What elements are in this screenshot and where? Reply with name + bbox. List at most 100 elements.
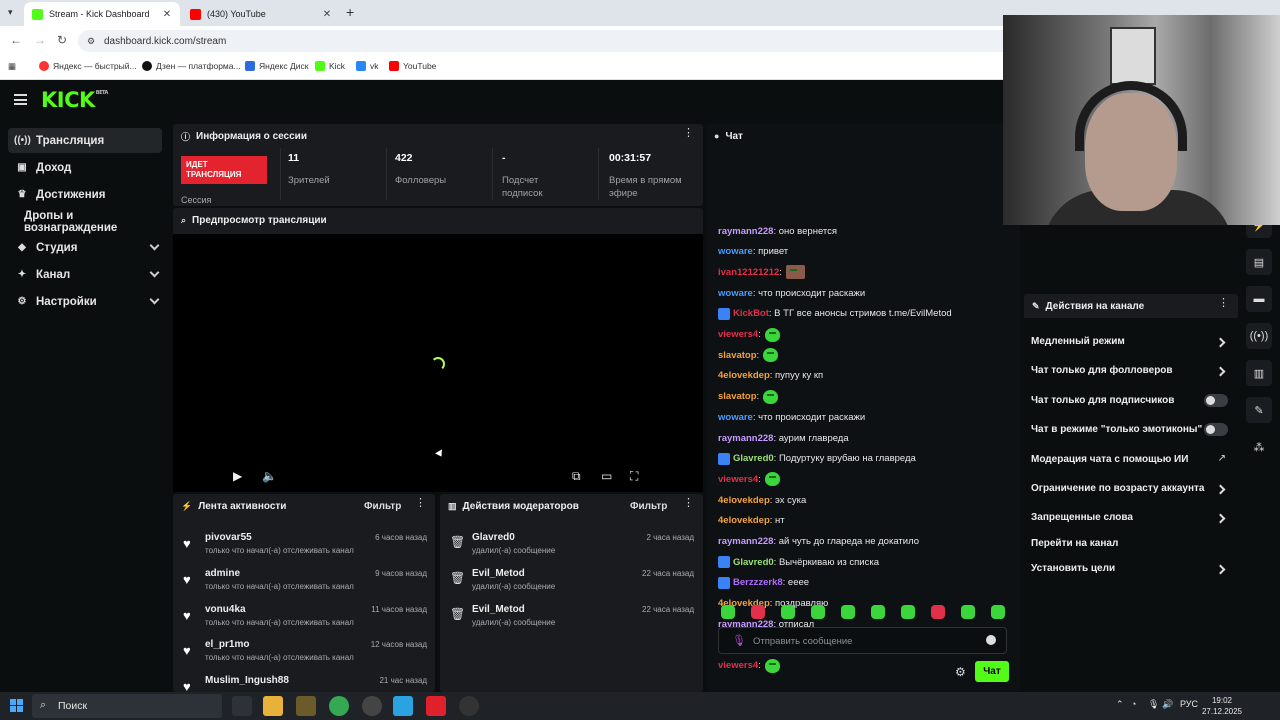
sidebar-item-achievements[interactable]: ♛ Достижения [8,182,162,207]
list-item[interactable]: 🗑 Glavred0 удалил(-а) сообщение 2 часа наза… [440,529,702,563]
bookmark-youtube[interactable]: YouTube [389,61,436,71]
language-indicator[interactable]: РУС [1180,699,1198,709]
ai-moderation-option[interactable]: Модерация чата с помощью ИИ [1031,454,1188,465]
task-view-icon[interactable] [232,696,252,716]
chat-username[interactable]: ivan12121212 [718,267,779,278]
chat-username[interactable]: 4elovekdep [718,370,770,381]
list-item[interactable]: ♥ vonu4ka только что начал(-а) отслеживать… [173,601,435,635]
file-explorer-icon[interactable] [263,696,283,716]
fullscreen-icon[interactable]: ⛶ [630,469,638,484]
back-icon[interactable]: ← [10,33,22,47]
chat-input[interactable]: 🎙 Отправить сообщение [718,627,1007,654]
emote-picker-icon[interactable] [901,605,915,619]
chat-username[interactable]: raymann228 [718,433,773,444]
game-icon[interactable] [296,696,316,716]
video-player[interactable]: ▶ 🔈 ⧉ ▭ ⛶ [173,234,703,492]
bookmark-yandex-disk[interactable]: Яндекс Диск [245,61,308,71]
emote-picker-icon[interactable] [721,605,735,619]
sidebar-item-broadcast[interactable]: ((•)) Трансляция [8,128,162,153]
wrench-icon[interactable]: ✎ [1246,397,1272,423]
chat-username[interactable]: slavatop [718,350,757,361]
emote-only-toggle[interactable] [1204,423,1228,436]
tab-kick-dashboard[interactable]: Stream - Kick Dashboard ✕ [24,2,180,26]
network-icon[interactable]: ◔ [1131,699,1136,709]
connections-icon[interactable]: ⁂ [1246,434,1272,460]
new-tab-button[interactable]: + [346,4,354,20]
sidebar-item-income[interactable]: ▣ Доход [8,155,162,180]
tab-youtube[interactable]: (430) YouTube ✕ [182,2,340,26]
bookmark-kick[interactable]: Kick [315,61,345,71]
close-tab-icon[interactable]: ✕ [320,9,334,20]
bandicam-icon[interactable] [426,696,446,716]
site-info-icon[interactable]: ⚙ [87,36,95,47]
chat-username[interactable]: viewers4 [718,329,758,340]
chat-username[interactable]: Berzzzerk8 [733,577,783,588]
banned-words-option[interactable]: Запрещенные слова [1031,512,1133,523]
volume-icon[interactable]: 🔈 [262,469,277,483]
telegram-icon[interactable] [393,696,413,716]
chat-bubble-icon[interactable]: ▬ [1246,286,1272,312]
activity-filter-button[interactable]: Фильтр [364,501,401,512]
close-tab-icon[interactable]: ✕ [160,9,174,20]
emote-picker-icon[interactable] [751,605,765,619]
chat-username[interactable]: viewers4 [718,474,758,485]
chat-username[interactable]: viewers4 [718,660,758,671]
sidebar-item-channel[interactable]: ✦ Канал [8,262,162,287]
taskbar-search[interactable]: ⌕ Поиск [32,694,222,718]
chat-username[interactable]: 4elovekdep [718,515,770,526]
taskbar-clock[interactable]: 19:02 27.12.2025 [1200,695,1244,717]
bookmark-dzen[interactable]: Дзен — платформа... [142,61,241,71]
picture-in-picture-icon[interactable]: ⧉ [572,469,581,484]
chrome-icon[interactable] [329,696,349,716]
emote-picker-icon[interactable] [991,605,1005,619]
chat-username[interactable]: Glavred0 [733,557,774,568]
chat-username[interactable]: 4elovekdep [718,495,770,506]
play-icon[interactable]: ▶ [233,469,242,483]
chat-username[interactable]: Glavred0 [733,453,774,464]
kick-logo[interactable]: KICKBETA [41,88,108,112]
list-item[interactable]: ♥ el_pr1mo только что начал(-а) отслеживат… [173,636,435,670]
windows-start-icon[interactable] [10,699,23,712]
forward-icon[interactable]: → [34,33,46,47]
sidebar-item-settings[interactable]: ⚙ Настройки [8,289,162,314]
bookmark-vk[interactable]: vk [356,61,379,71]
more-options-icon[interactable]: ⋮ [1218,298,1229,309]
emote-picker-icon[interactable] [781,605,795,619]
more-options-icon[interactable]: ⋮ [683,498,694,509]
slow-mode-option[interactable]: Медленный режим [1031,336,1125,347]
tab-search-icon[interactable]: ▾ [8,7,13,18]
go-to-channel-option[interactable]: Перейти на канал [1031,538,1118,549]
list-item[interactable]: ♥ pivovar55 только что начал(-а) отслежива… [173,529,435,563]
list-item[interactable]: 🗑 Evil_Metod удалил(-а) сообщение 22 часа н… [440,601,702,635]
emote-picker-icon[interactable] [811,605,825,619]
chat-username[interactable]: woware [718,412,753,423]
microphone-icon[interactable]: 🎙 [732,634,746,647]
emote-picker-icon[interactable] [931,605,945,619]
clipboard-icon[interactable]: ▤ [1246,249,1272,275]
apps-grid-icon[interactable]: ▦ [8,61,16,72]
chat-username[interactable]: KickBot [733,308,769,319]
theater-mode-icon[interactable]: ▭ [601,469,612,483]
set-goals-option[interactable]: Установить цели [1031,563,1115,574]
chat-username[interactable]: raymann228 [718,536,773,547]
sidebar-item-drops[interactable]: Дропы и вознаграждение [8,209,162,234]
account-age-option[interactable]: Ограничение по возрасту аккаунта [1031,483,1205,494]
microphone-icon[interactable]: 🎙 [1148,699,1159,710]
printer-icon[interactable]: ▥ [1246,360,1272,386]
emote-picker-icon[interactable] [841,605,855,619]
emoji-icon[interactable] [986,635,996,645]
moderator-filter-button[interactable]: Фильтр [630,501,667,512]
subscribers-only-toggle[interactable] [1204,394,1228,407]
bookmark-yandex[interactable]: Яндекс — быстрый... [39,61,137,71]
menu-icon[interactable] [14,94,27,105]
chat-username[interactable]: slavatop [718,391,757,402]
chat-username[interactable]: woware [718,246,753,257]
list-item[interactable]: ♥ Muslim_Ingush88 21 час назад [173,672,435,692]
tray-chevron-icon[interactable]: ⌃ [1116,699,1124,710]
chat-username[interactable]: woware [718,288,753,299]
sidebar-item-studio[interactable]: ◆ Студия [8,235,162,260]
broadcast-icon[interactable]: ((•)) [1246,323,1272,349]
more-options-icon[interactable]: ⋮ [683,128,694,139]
followers-only-option[interactable]: Чат только для фолловеров [1031,365,1173,376]
media-player-icon[interactable] [459,696,479,716]
